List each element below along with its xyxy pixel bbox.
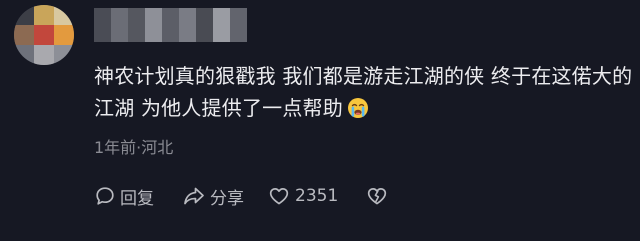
heart-icon: [268, 185, 290, 207]
comment-meta: 1年前·河北: [94, 138, 174, 157]
comment-text-block: 神农计划真的狠戳我 我们都是游走江湖的侠 终于在这偌大的江湖 为他人提供了一点帮…: [94, 60, 634, 128]
reply-button[interactable]: 回复: [94, 184, 154, 209]
like-count: 2351: [295, 186, 339, 206]
like-button[interactable]: 2351: [268, 185, 338, 207]
comment-actions: 回复 分享 2351: [94, 183, 388, 209]
reply-icon: [94, 185, 116, 207]
reply-label: 回复: [120, 188, 154, 209]
avatar[interactable]: [14, 5, 74, 65]
share-button[interactable]: 分享: [182, 184, 244, 209]
loudly-crying-face-icon: [347, 96, 369, 128]
username-blurred[interactable]: [94, 8, 247, 42]
dislike-button[interactable]: [366, 185, 388, 207]
share-icon: [182, 185, 206, 207]
dislike-icon: [366, 185, 388, 207]
share-label: 分享: [210, 188, 244, 209]
